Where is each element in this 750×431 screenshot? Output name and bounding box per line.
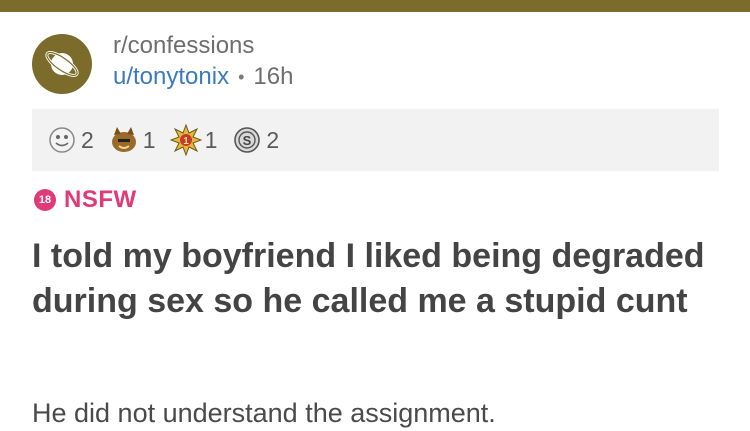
planet-icon <box>45 51 79 77</box>
post-card: r/confessions u/tonytonix • 16h 2 1 1 1 … <box>0 12 750 431</box>
subreddit-avatar[interactable] <box>32 34 92 94</box>
nsfw-label: NSFW <box>64 186 137 213</box>
award-item[interactable]: 2 <box>46 124 94 156</box>
subreddit-name[interactable]: r/confessions <box>113 32 293 60</box>
cat-face-award-icon <box>108 124 140 156</box>
post-title[interactable]: I told my boyfriend I liked being degrad… <box>32 234 722 324</box>
post-body: He did not understand the assignment. <box>32 398 496 428</box>
award-count: 1 <box>142 126 156 153</box>
post-header: r/confessions u/tonytonix • 16h <box>32 32 293 94</box>
award-item[interactable]: 1 <box>108 124 156 156</box>
age-18-badge-icon: 18 <box>34 189 56 211</box>
svg-text:1: 1 <box>183 136 189 147</box>
username-link[interactable]: u/tonytonix <box>113 62 229 92</box>
svg-text:S: S <box>243 133 252 148</box>
award-count: 1 <box>204 126 218 153</box>
gold-burst-award-icon: 1 <box>169 124 202 156</box>
award-count: 2 <box>81 126 94 153</box>
nsfw-tag: 18 NSFW <box>34 186 137 214</box>
award-item[interactable]: 1 1 <box>169 124 218 156</box>
post-age: 16h <box>253 63 294 90</box>
top-accent-bar <box>0 0 750 12</box>
sticker-face-award-icon <box>46 124 78 156</box>
post-meta: r/confessions u/tonytonix • 16h <box>113 32 293 92</box>
awards-strip[interactable]: 2 1 1 1 S 2 <box>32 109 719 171</box>
meta-separator: • <box>238 67 245 87</box>
award-count: 2 <box>266 126 280 153</box>
award-item[interactable]: S 2 <box>231 124 279 156</box>
user-line: u/tonytonix • 16h <box>113 62 293 92</box>
silver-coin-award-icon: S <box>231 124 263 156</box>
